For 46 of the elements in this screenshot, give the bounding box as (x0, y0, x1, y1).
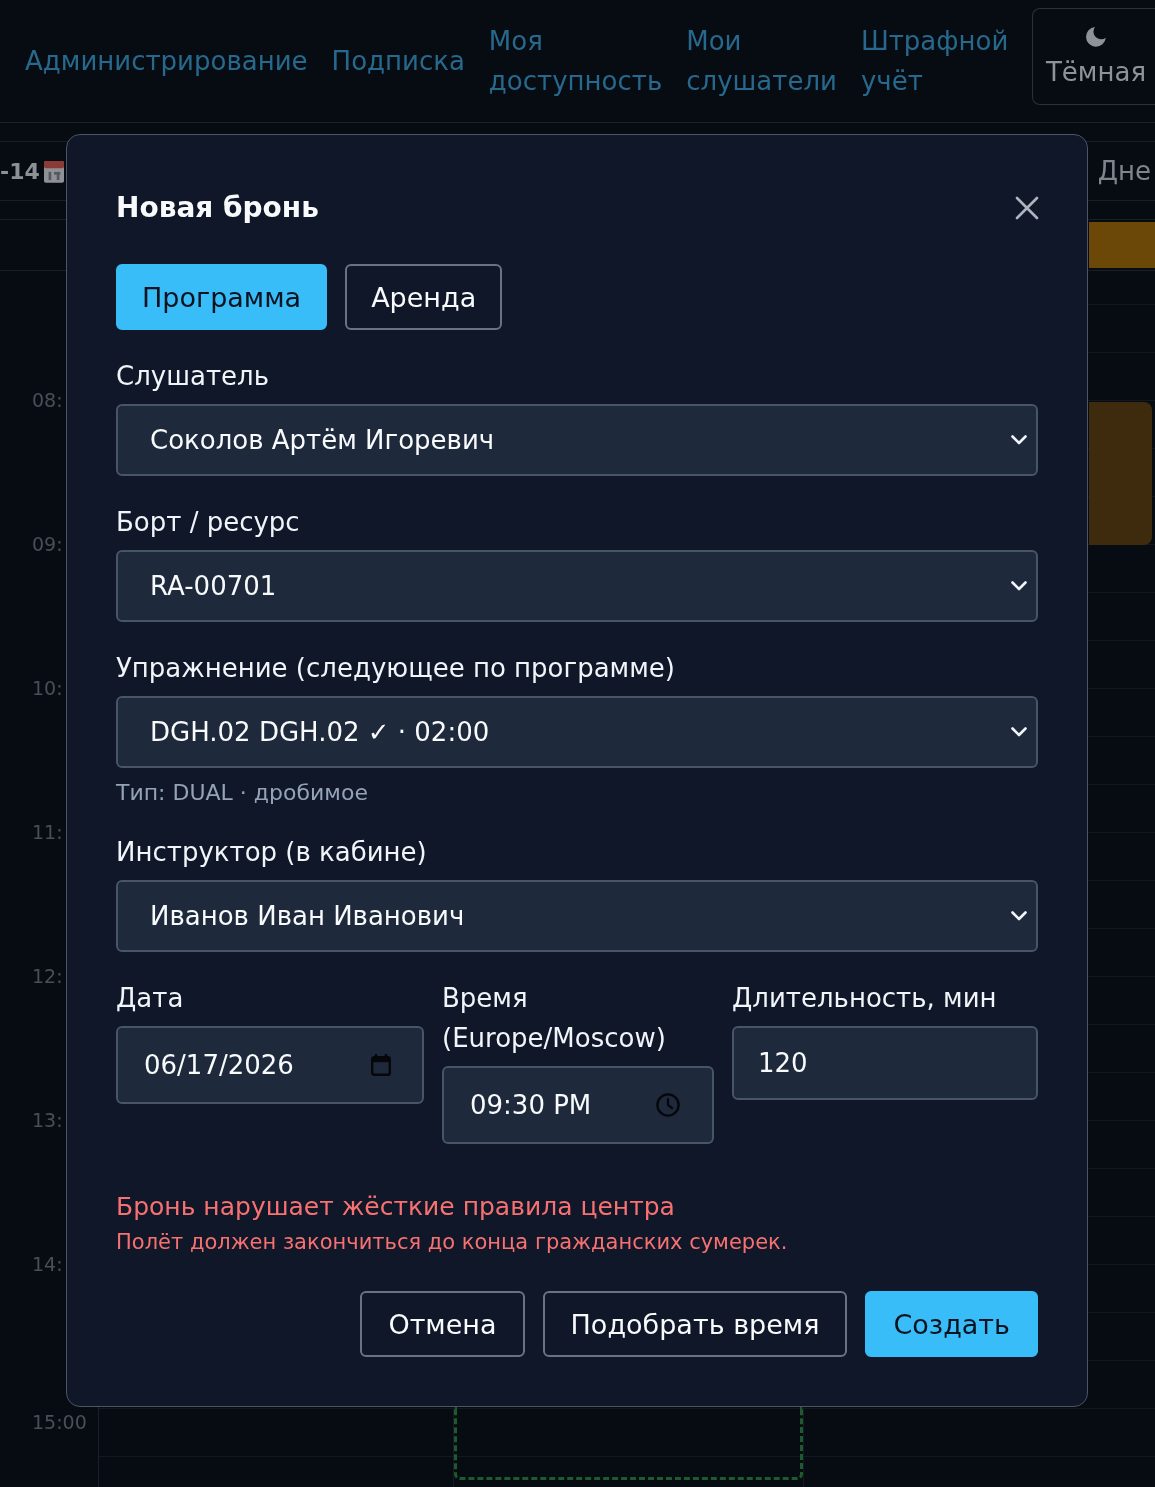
time-label: 15:00 (32, 1411, 87, 1433)
time-label: 13: (32, 1109, 63, 1131)
date-range-label: -14 (0, 158, 40, 184)
duration-field[interactable]: 120 (732, 1026, 1038, 1100)
time-label: 12: (32, 965, 63, 987)
field-label: Слушатель (116, 360, 270, 393)
time-label: 09: (32, 533, 63, 555)
calendar-icon (43, 158, 64, 184)
field-label: Инструктор (в кабине) (116, 836, 428, 869)
close-button[interactable] (1015, 196, 1039, 220)
dialog-title: Новая бронь (116, 190, 319, 226)
student-select[interactable]: Соколов Артём Игоревич (116, 404, 1038, 476)
close-icon (1015, 196, 1039, 220)
chevron-down-icon (1011, 435, 1027, 445)
event-block[interactable] (1089, 402, 1152, 545)
chevron-down-icon (1011, 911, 1027, 921)
field-label: Упражнение (следующее по программе) (116, 652, 676, 685)
field-label: Дата (116, 982, 185, 1015)
cancel-button[interactable]: Отмена (360, 1291, 525, 1357)
time-label: 08: (32, 389, 63, 411)
view-tab[interactable]: Дне (1097, 156, 1151, 186)
theme-toggle-button[interactable]: Тёмная (1032, 8, 1155, 105)
field-label: Длительность, мин (732, 982, 998, 1015)
time-field[interactable]: 09:30 PM (442, 1066, 714, 1144)
chevron-down-icon (1011, 727, 1027, 737)
error-title: Бронь нарушает жёсткие правила центра (116, 1191, 675, 1223)
clock-icon (656, 1093, 680, 1117)
date-field[interactable]: 06/17/2026 (116, 1026, 424, 1104)
mode-tab[interactable]: Аренда (345, 264, 503, 330)
time-label: 10: (32, 677, 63, 699)
error-message: Полёт должен закончиться до конца гражданских сумерек. (116, 1229, 788, 1256)
create-button[interactable]: Создать (865, 1291, 1038, 1357)
aircraft-select[interactable]: RA-00701 (116, 550, 1038, 622)
calendar-icon (371, 1054, 391, 1076)
instructor-select[interactable]: Иванов Иван Иванович (116, 880, 1038, 952)
time-label: 11: (32, 821, 63, 843)
field-label: Борт / ресурс (116, 506, 301, 539)
field-hint: Тип: DUAL · дробимое (116, 780, 368, 806)
all-day-event[interactable] (1089, 222, 1155, 268)
time-label: 14: (32, 1253, 63, 1275)
exercise-select[interactable]: DGH.02 DGH.02 ✓ · 02:00 (116, 696, 1038, 768)
chevron-down-icon (1011, 581, 1027, 591)
field-label: Время (Europe/Moscow) (442, 982, 667, 1055)
suggest-time-button[interactable]: Подобрать время (542, 1291, 848, 1357)
mode-tab[interactable]: Программа (116, 264, 328, 330)
moon-icon (1086, 26, 1106, 47)
